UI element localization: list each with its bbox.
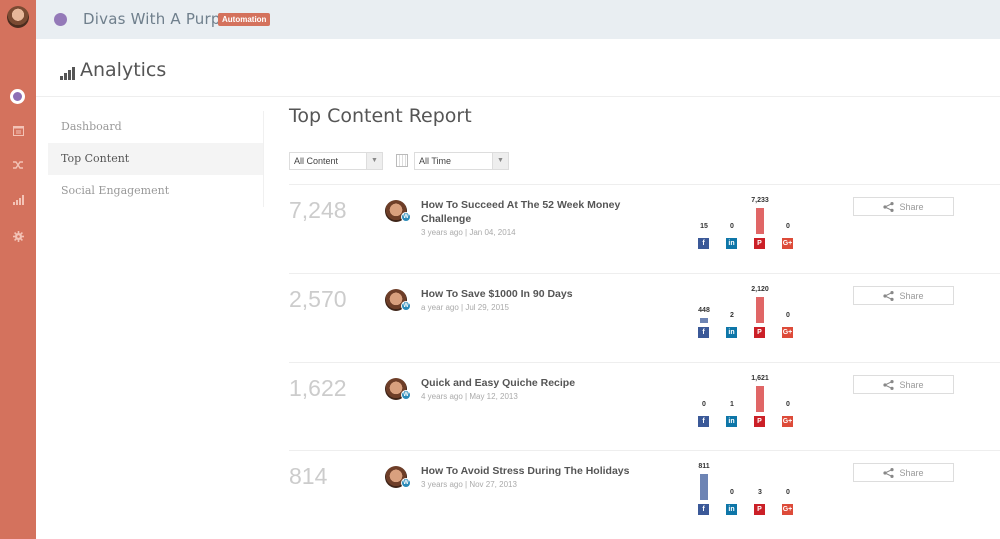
workspace-color-icon (54, 13, 67, 26)
pinterest-share-bar (756, 208, 764, 234)
left-rail (0, 0, 36, 539)
page-title: Analytics (80, 59, 167, 81)
facebook-share-count: 811 (698, 463, 710, 470)
share-button[interactable]: Share (853, 375, 954, 394)
content-filter-value: All Content (294, 156, 339, 166)
top-bar: Divas With A Purpose Automation (36, 0, 1000, 39)
facebook-icon[interactable]: f (698, 504, 709, 515)
share-label: Share (899, 467, 924, 478)
facebook-icon[interactable]: f (698, 238, 709, 249)
menu-item-top-content[interactable]: Top Content (48, 143, 263, 175)
menu-item-social-engagement[interactable]: Social Engagement (48, 175, 263, 207)
workspace-badge: Automation (218, 13, 271, 26)
pinterest-share-count: 2,120 (751, 286, 769, 293)
share-icon (883, 467, 895, 478)
facebook-share-count: 448 (698, 307, 710, 314)
shuffle-icon[interactable] (10, 157, 26, 173)
googleplus-share-count: 0 (786, 489, 790, 496)
post-title-link[interactable]: How To Avoid Stress During The Holidays (421, 464, 641, 478)
facebook-share-count: 15 (700, 223, 708, 230)
linkedin-icon[interactable]: in (726, 504, 737, 515)
chevron-down-icon: ▼ (366, 153, 382, 169)
post-meta: 4 years ago | May 12, 2013 (421, 392, 518, 401)
share-button[interactable]: Share (853, 463, 954, 482)
share-icon (883, 201, 895, 212)
share-button[interactable]: Share (853, 286, 954, 305)
post-meta: a year ago | Jul 29, 2015 (421, 303, 509, 312)
analytics-icon[interactable] (10, 192, 26, 208)
wordpress-icon: W (401, 478, 411, 488)
gear-icon[interactable] (10, 228, 26, 244)
pinterest-icon[interactable]: P (754, 416, 765, 427)
workspace-dot-icon[interactable] (10, 89, 25, 104)
content-row: 1,622 W Quick and Easy Quiche Recipe 4 y… (289, 363, 1000, 451)
wordpress-icon: W (401, 301, 411, 311)
menu-item-dashboard[interactable]: Dashboard (48, 111, 263, 143)
linkedin-icon[interactable]: in (726, 238, 737, 249)
pinterest-share-count: 3 (758, 489, 762, 496)
pinterest-icon[interactable]: P (754, 504, 765, 515)
post-title-link[interactable]: Quick and Easy Quiche Recipe (421, 376, 641, 390)
report-title: Top Content Report (289, 105, 472, 127)
chevron-down-icon: ▼ (492, 153, 508, 169)
pinterest-share-count: 1,621 (751, 375, 769, 382)
pinterest-icon[interactable]: P (754, 238, 765, 249)
linkedin-icon[interactable]: in (726, 327, 737, 338)
facebook-icon[interactable]: f (698, 327, 709, 338)
pinterest-share-count: 7,233 (751, 197, 769, 204)
pinterest-icon[interactable]: P (754, 327, 765, 338)
linkedin-share-count: 2 (730, 312, 734, 319)
google-plus-icon[interactable]: G+ (782, 238, 793, 249)
share-label: Share (899, 201, 924, 212)
google-plus-icon[interactable]: G+ (782, 504, 793, 515)
view-count: 814 (289, 463, 328, 489)
linkedin-share-count: 0 (730, 489, 734, 496)
linkedin-icon[interactable]: in (726, 416, 737, 427)
googleplus-share-count: 0 (786, 312, 790, 319)
share-icon (883, 290, 895, 301)
post-meta: 3 years ago | Jan 04, 2014 (421, 228, 516, 237)
calendar-icon[interactable] (396, 154, 408, 167)
pinterest-share-bar (756, 297, 764, 323)
googleplus-share-count: 0 (786, 401, 790, 408)
facebook-share-bar (700, 474, 708, 500)
pinterest-share-bar (756, 386, 764, 412)
google-plus-icon[interactable]: G+ (782, 416, 793, 427)
post-title-link[interactable]: How To Succeed At The 52 Week Money Chal… (421, 198, 641, 226)
linkedin-share-count: 0 (730, 223, 734, 230)
calendar-icon[interactable] (10, 122, 26, 138)
googleplus-share-count: 0 (786, 223, 790, 230)
user-avatar[interactable] (7, 6, 29, 28)
time-filter-select[interactable]: All Time ▼ (414, 152, 509, 170)
view-count: 7,248 (289, 197, 347, 223)
time-filter-value: All Time (419, 156, 452, 166)
analytics-menu: Dashboard Top Content Social Engagement (48, 111, 264, 207)
content-row: 814 W How To Avoid Stress During The Hol… (289, 451, 1000, 539)
linkedin-share-count: 1 (730, 401, 734, 408)
share-button[interactable]: Share (853, 197, 954, 216)
content-row: 2,570 W How To Save $1000 In 90 Days a y… (289, 274, 1000, 362)
share-label: Share (899, 379, 924, 390)
share-label: Share (899, 290, 924, 301)
view-count: 1,622 (289, 375, 347, 401)
wordpress-icon: W (401, 212, 411, 222)
analytics-icon (60, 67, 75, 80)
post-meta: 3 years ago | Nov 27, 2013 (421, 480, 517, 489)
section-header: Analytics (36, 39, 1000, 97)
share-icon (883, 379, 895, 390)
facebook-share-bar (700, 318, 708, 323)
content-filter-select[interactable]: All Content ▼ (289, 152, 383, 170)
facebook-icon[interactable]: f (698, 416, 709, 427)
post-title-link[interactable]: How To Save $1000 In 90 Days (421, 287, 641, 301)
facebook-share-count: 0 (702, 401, 706, 408)
wordpress-icon: W (401, 390, 411, 400)
view-count: 2,570 (289, 286, 347, 312)
content-row: 7,248 W How To Succeed At The 52 Week Mo… (289, 185, 1000, 273)
google-plus-icon[interactable]: G+ (782, 327, 793, 338)
